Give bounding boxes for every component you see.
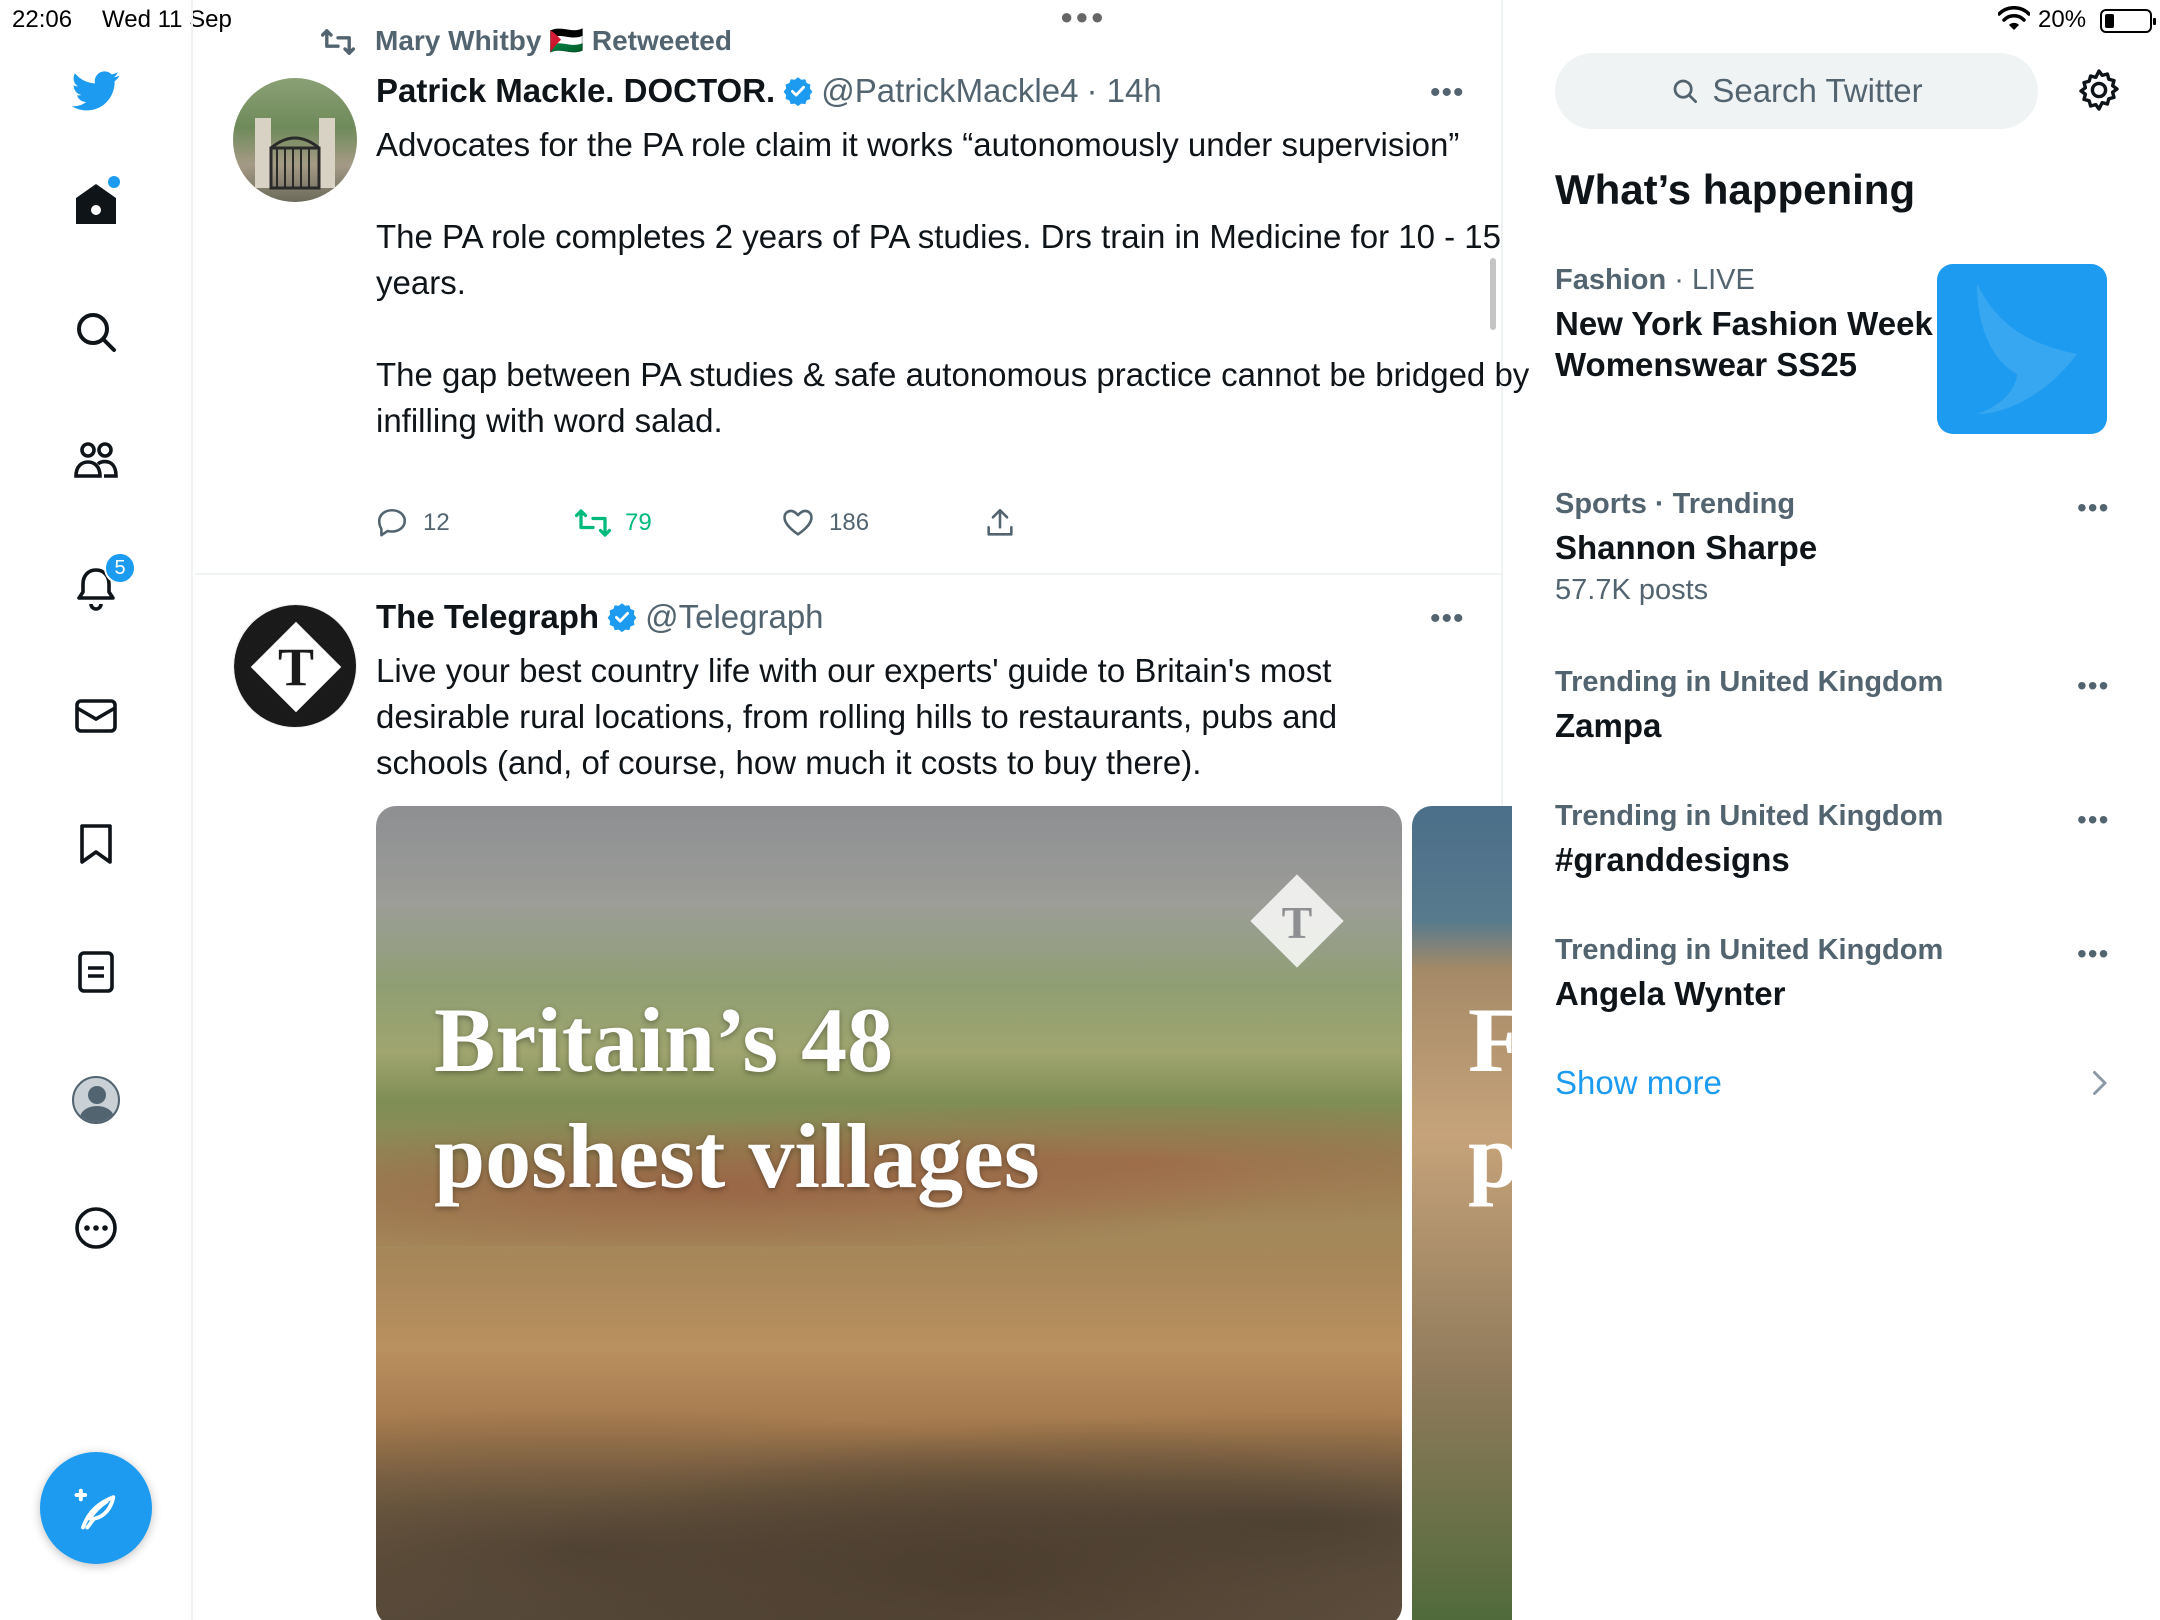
tweet-more-options-icon[interactable]: •••	[1430, 602, 1465, 636]
tweet-header: The Telegraph @Telegraph	[376, 598, 824, 636]
retweet-button[interactable]: 79	[575, 506, 652, 540]
twitter-logo-icon[interactable]	[66, 60, 126, 120]
tweet-media-image-2[interactable]: F p	[1412, 806, 1512, 1620]
telegraph-logo-icon: T	[234, 605, 356, 727]
search-icon[interactable]	[66, 302, 126, 362]
svg-text:T: T	[1282, 897, 1313, 948]
media-headline-line: poshest villages	[434, 1105, 1040, 1207]
reply-count: 12	[423, 509, 450, 536]
twitter-bird-thumbnail-icon	[1977, 284, 2077, 414]
profile-icon[interactable]	[66, 1070, 126, 1130]
tweet-author-name[interactable]: Patrick Mackle. DOCTOR.	[376, 72, 775, 110]
media-headline: Britain’s 48 poshest villages	[434, 982, 1040, 1214]
right-sidebar: Search Twitter What’s happening Fashion …	[1505, 0, 2160, 1620]
like-button[interactable]: 186	[781, 506, 869, 540]
tweet-media-image[interactable]: T Britain’s 48 poshest villages	[376, 806, 1402, 1620]
tweet-author-handle[interactable]: @PatrickMackle4	[821, 72, 1078, 110]
settings-gear-icon[interactable]	[2075, 66, 2123, 114]
home-icon[interactable]	[66, 174, 126, 234]
compose-tweet-button[interactable]	[40, 1452, 152, 1564]
trend-category: Trending in United Kingdom	[1555, 800, 1944, 832]
heart-icon	[783, 509, 813, 536]
tweet-timestamp[interactable]: · 14h	[1086, 72, 1161, 110]
retweet-icon	[575, 509, 611, 537]
trend-topic: #granddesigns	[1555, 841, 1790, 878]
trend-thumbnail[interactable]	[1937, 264, 2107, 434]
search-input[interactable]: Search Twitter	[1555, 53, 2038, 129]
tweet-text-paragraph: The gap between PA studies & safe autono…	[376, 356, 1530, 439]
tweet-text-paragraph: Advocates for the PA role claim it works…	[376, 126, 1460, 163]
messages-icon[interactable]	[66, 686, 126, 746]
communities-icon[interactable]	[66, 430, 126, 490]
tweet-author-avatar[interactable]	[233, 78, 357, 202]
trend-more-options-icon[interactable]: •••	[2077, 804, 2109, 836]
verified-badge-icon	[783, 77, 813, 106]
reply-icon	[377, 508, 407, 537]
trend-item[interactable]: Fashion · LIVE New York Fashion Week Wom…	[1555, 264, 1935, 385]
tweet-text: Advocates for the PA role claim it works…	[376, 122, 1556, 444]
share-button[interactable]	[983, 506, 1017, 540]
more-icon[interactable]	[66, 1198, 126, 1258]
trend-item[interactable]: Trending in United Kingdom #granddesigns	[1555, 800, 2115, 880]
trend-topic: Angela Wynter	[1555, 975, 1786, 1012]
trend-category-label: Fashion	[1555, 264, 1667, 296]
trend-post-count: 57.7K posts	[1555, 574, 1709, 606]
trend-topic: Shannon Sharpe	[1555, 529, 1818, 566]
trend-category: Sports · Trending	[1555, 488, 1796, 520]
bookmarks-icon[interactable]	[66, 814, 126, 874]
trend-item[interactable]: Sports · Trending Shannon Sharpe 57.7K p…	[1555, 488, 2115, 607]
trend-topic: New York Fashion Week Womenswear SS25	[1555, 305, 1933, 383]
tweet-divider	[195, 573, 1503, 575]
retweet-context-icon	[321, 29, 355, 55]
trend-topic: Zampa	[1555, 707, 1662, 744]
media-headline-line: Britain’s 48	[434, 989, 894, 1091]
verified-badge-icon	[607, 603, 637, 632]
notifications-icon[interactable]: 5	[66, 552, 136, 618]
trend-category: Trending in United Kingdom	[1555, 934, 1944, 966]
whats-happening-heading: What’s happening	[1555, 166, 1916, 213]
trend-more-options-icon[interactable]: •••	[2077, 670, 2109, 702]
retweet-count: 79	[625, 509, 652, 536]
retweet-context-label: Mary Whitby 🇵🇸 Retweeted	[375, 25, 732, 56]
notifications-badge: 5	[104, 552, 136, 584]
retweet-context[interactable]: Mary Whitby 🇵🇸 Retweeted	[321, 24, 732, 57]
search-placeholder: Search Twitter	[1712, 72, 1923, 109]
tweet-text-paragraph	[376, 168, 1556, 214]
home-unread-dot	[108, 176, 120, 188]
left-navigation: 5	[0, 0, 193, 1620]
share-icon	[987, 508, 1013, 536]
trend-more-options-icon[interactable]: •••	[2077, 492, 2109, 524]
tweet-actions: 12 79 186	[375, 506, 1075, 546]
tweet-more-options-icon[interactable]: •••	[1430, 76, 1465, 110]
compose-feather-icon	[74, 1488, 116, 1530]
tweet-text-paragraph	[376, 306, 1556, 352]
telegraph-watermark-icon: T	[1250, 874, 1344, 968]
tweet-author-avatar[interactable]: T	[233, 604, 357, 728]
tweet-text-paragraph: The PA role completes 2 years of PA stud…	[376, 218, 1501, 301]
gate-photo-icon	[255, 118, 335, 190]
trend-item[interactable]: Trending in United Kingdom Angela Wynter	[1555, 934, 2115, 1014]
search-icon	[1673, 79, 1698, 103]
tweet-header: Patrick Mackle. DOCTOR. @PatrickMackle4 …	[376, 72, 1162, 110]
trend-category: Fashion · LIVE	[1555, 264, 1935, 297]
chevron-right-icon[interactable]	[2087, 1068, 2111, 1098]
tweet-author-name[interactable]: The Telegraph	[376, 598, 599, 636]
trend-live-label: · LIVE	[1666, 264, 1755, 296]
lists-icon[interactable]	[66, 942, 126, 1002]
reply-button[interactable]: 12	[375, 506, 450, 540]
show-more-link[interactable]: Show more	[1555, 1064, 1722, 1102]
profile-avatar	[72, 1076, 120, 1124]
trend-category: Trending in United Kingdom	[1555, 666, 1944, 698]
like-count: 186	[829, 509, 870, 536]
trend-item[interactable]: Trending in United Kingdom Zampa	[1555, 666, 2115, 746]
tweet-author-handle[interactable]: @Telegraph	[645, 598, 823, 636]
tweet-text: Live your best country life with our exp…	[376, 652, 1338, 781]
svg-text:T: T	[278, 637, 314, 697]
trend-more-options-icon[interactable]: •••	[2077, 938, 2109, 970]
